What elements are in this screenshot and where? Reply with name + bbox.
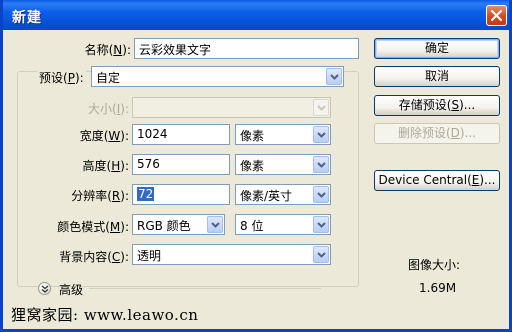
preset-label: 预设(P):: [37, 69, 86, 86]
advanced-divider: [89, 288, 321, 289]
double-chevron-down-icon: [41, 285, 49, 293]
close-icon: [491, 10, 502, 21]
color-mode-label: 颜色模式(M):: [57, 220, 129, 234]
preset-dropdown-button[interactable]: [326, 68, 342, 85]
image-size-value: 1.69M: [419, 281, 457, 295]
resolution-label: 分辨率(R):: [71, 189, 129, 203]
name-value: 云彩效果文字: [139, 43, 212, 57]
resolution-unit-dropdown-button[interactable]: [313, 186, 329, 203]
chevron-down-icon: [317, 162, 326, 168]
resolution-input[interactable]: 72: [132, 184, 230, 205]
preset-value: 自定: [96, 71, 121, 85]
width-input[interactable]: 1024: [132, 124, 230, 145]
name-input[interactable]: 云彩效果文字: [134, 38, 359, 59]
chevron-down-icon: [211, 222, 220, 228]
preset-select[interactable]: 自定: [91, 66, 344, 87]
chevron-down-icon: [317, 222, 326, 228]
title-bar[interactable]: 新建: [3, 0, 509, 30]
save-preset-button[interactable]: 存储预设(S)...: [374, 95, 500, 116]
device-central-button[interactable]: Device Central(E)...: [374, 170, 500, 191]
chevron-down-icon: [317, 192, 326, 198]
height-unit-select[interactable]: 像素: [235, 154, 331, 175]
cancel-button[interactable]: 取消: [374, 66, 500, 87]
background-label: 背景内容(C):: [59, 250, 129, 264]
chevron-down-icon: [317, 252, 326, 258]
width-label: 宽度(W):: [79, 129, 129, 143]
chevron-down-icon: [317, 132, 326, 138]
size-label: 大小(I):: [88, 102, 129, 116]
image-size-label: 图像大小:: [408, 258, 461, 272]
height-label: 高度(H):: [82, 159, 129, 173]
size-dropdown-button: [313, 99, 329, 116]
watermark-text: 狸窝家园: www.leawo.cn: [11, 306, 199, 324]
new-document-dialog: 新建 名称(N): 云彩效果文字 预设(P): 自定 大小(I): 宽度(W):…: [0, 0, 512, 332]
delete-preset-button: 删除预设(D)...: [374, 123, 500, 144]
resolution-unit-select[interactable]: 像素/英寸: [235, 184, 331, 205]
chevron-down-icon: [330, 74, 339, 80]
ok-button[interactable]: 确定: [374, 38, 500, 59]
advanced-label: 高级: [59, 283, 84, 297]
background-select[interactable]: 透明: [132, 244, 331, 265]
dialog-title: 新建: [12, 10, 42, 26]
close-button[interactable]: [486, 5, 507, 26]
size-select: [132, 97, 331, 118]
height-input[interactable]: 576: [132, 154, 230, 175]
height-unit-dropdown-button[interactable]: [313, 156, 329, 173]
advanced-toggle-button[interactable]: [38, 282, 51, 295]
bit-depth-dropdown-button[interactable]: [313, 216, 329, 233]
chevron-down-icon: [317, 105, 326, 111]
name-label: 名称(N):: [84, 43, 131, 57]
width-unit-dropdown-button[interactable]: [313, 126, 329, 143]
background-dropdown-button[interactable]: [313, 246, 329, 263]
color-mode-select[interactable]: RGB 颜色: [132, 214, 225, 235]
color-mode-dropdown-button[interactable]: [207, 216, 223, 233]
width-unit-select[interactable]: 像素: [235, 124, 331, 145]
bit-depth-select[interactable]: 8 位: [235, 214, 331, 235]
